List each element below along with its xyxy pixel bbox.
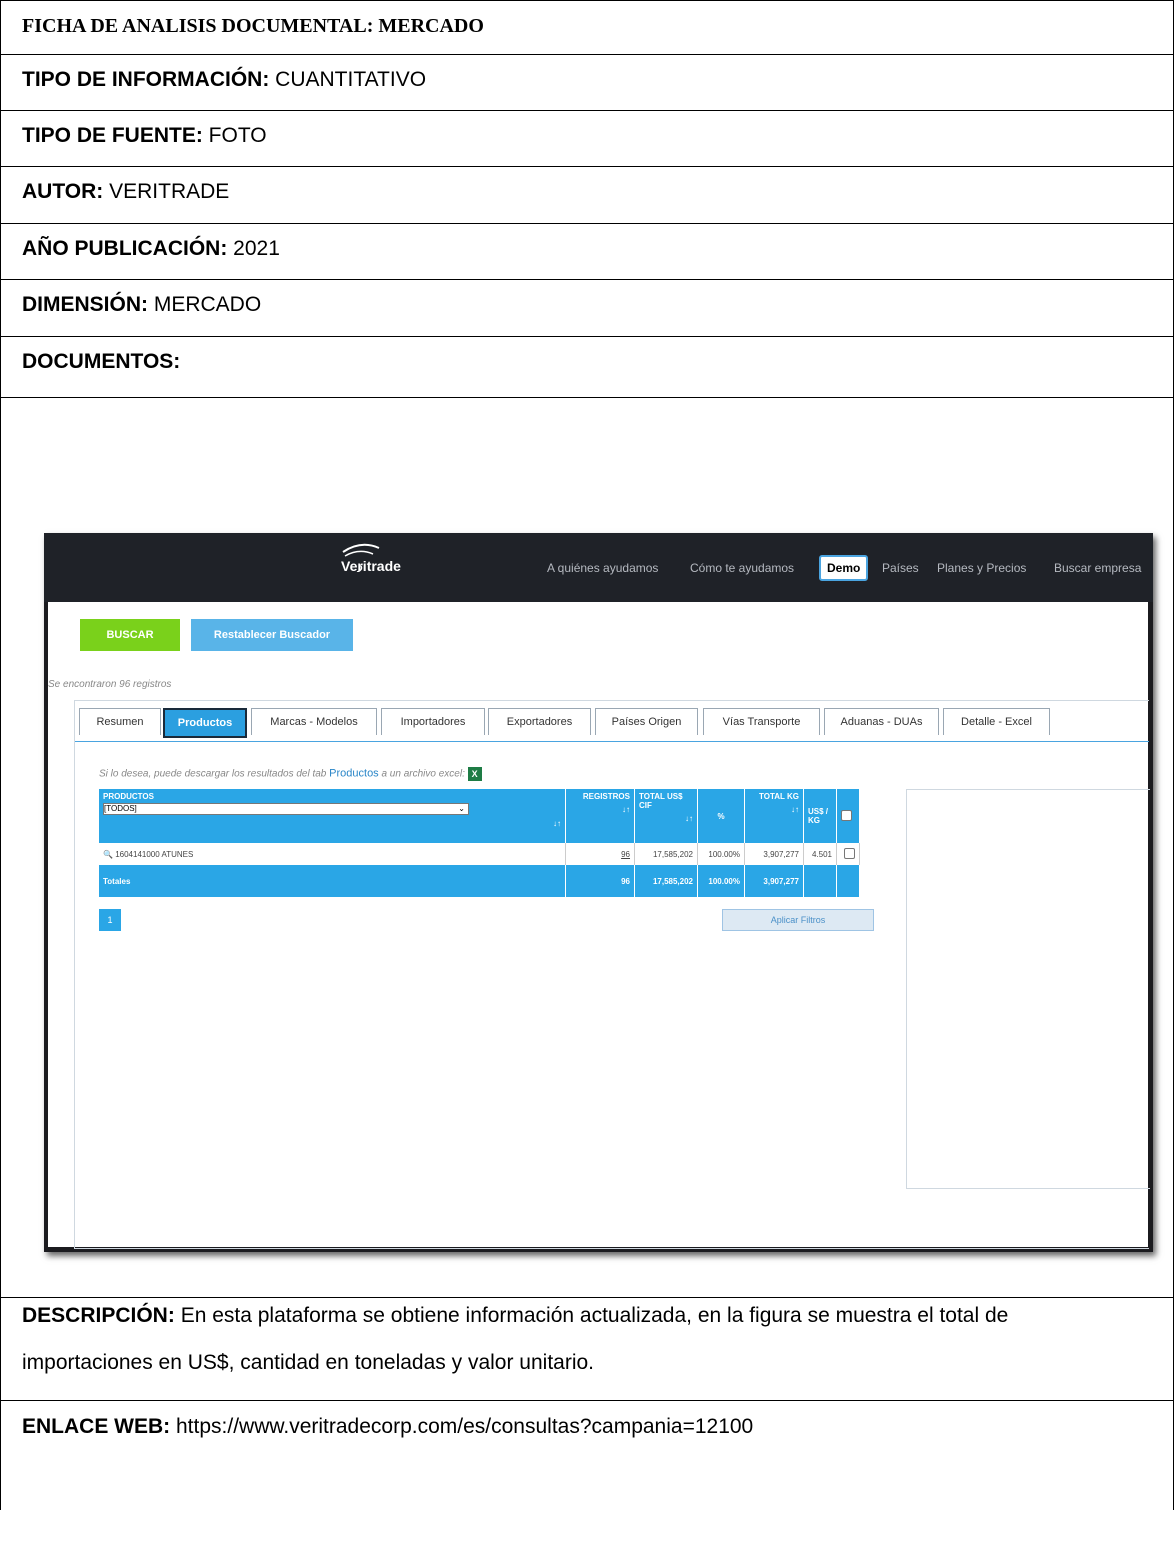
chevron-down-icon: ⌄ bbox=[458, 804, 465, 813]
anio-label: AÑO PUBLICACIÓN: bbox=[22, 237, 228, 260]
enlace-row: ENLACE WEB: https://www.veritradecorp.co… bbox=[1, 1400, 1173, 1510]
excel-icon[interactable]: X bbox=[467, 767, 482, 781]
results-tabs: Resumen Productos Marcas - Modelos Impor… bbox=[74, 700, 1150, 1249]
nav-planes-precios[interactable]: Planes y Precios bbox=[937, 561, 1026, 575]
tab-exportadores[interactable]: Exportadores bbox=[488, 708, 591, 735]
row-producto[interactable]: 🔍 1604141000 ATUNES bbox=[99, 843, 566, 865]
col-productos: PRODUCTOS [TODOS] ⌄ ↓↑ bbox=[99, 789, 566, 843]
tab-marcas-modelos[interactable]: Marcas - Modelos bbox=[251, 708, 377, 735]
descripcion-line1: En esta plataforma se obtiene informació… bbox=[174, 1304, 1009, 1327]
tab-bar: Resumen Productos Marcas - Modelos Impor… bbox=[75, 701, 1149, 742]
documentos-label: DOCUMENTOS: bbox=[22, 350, 181, 373]
dimension-value: MERCADO bbox=[148, 293, 262, 316]
select-all-checkbox[interactable] bbox=[841, 809, 852, 821]
descripcion-line2: importaciones en US$, cantidad en tonela… bbox=[22, 1351, 595, 1374]
sort-icon[interactable]: ↓↑ bbox=[570, 805, 630, 814]
tipo-fuente-value: FOTO bbox=[202, 124, 267, 147]
tab-paises-origen[interactable]: Países Origen bbox=[595, 708, 698, 735]
col-productos-label: PRODUCTOS bbox=[103, 792, 154, 801]
dimension-label: DIMENSIÓN: bbox=[22, 293, 148, 316]
chart-side-panel bbox=[906, 789, 1150, 1189]
enlace-value[interactable]: https://www.veritradecorp.com/es/consult… bbox=[170, 1415, 753, 1438]
results-count: Se encontraron 96 registros bbox=[48, 679, 172, 690]
veritrade-screenshot: Veritrade A quiénes ayudamos Cómo te ayu… bbox=[44, 533, 1153, 1252]
totals-registros: 96 bbox=[565, 865, 635, 897]
hint-text-end: a un archivo excel: bbox=[378, 768, 465, 780]
totals-select bbox=[836, 865, 860, 897]
form-title-row: FICHA DE ANALISIS DOCUMENTAL: MERCADO bbox=[1, 0, 1173, 54]
tab-resumen[interactable]: Resumen bbox=[79, 708, 161, 735]
nav-buscar-empresa[interactable]: Buscar empresa bbox=[1054, 561, 1141, 575]
nav-paises[interactable]: Países bbox=[882, 561, 919, 575]
sort-icon[interactable]: ↓↑ bbox=[103, 819, 561, 828]
hint-text: Si lo desea, puede descargar los resulta… bbox=[99, 768, 330, 780]
totals-label: Totales bbox=[99, 865, 566, 897]
totals-row: Totales 96 17,585,202 100.00% 3,907,277 bbox=[99, 865, 860, 897]
autor-value: VERITRADE bbox=[103, 180, 230, 203]
restablecer-button[interactable]: Restablecer Buscador bbox=[191, 619, 353, 651]
table-header: PRODUCTOS [TODOS] ⌄ ↓↑ REGISTROS ↓↑ TOTAL … bbox=[99, 789, 860, 843]
totals-kg: 3,907,277 bbox=[744, 865, 804, 897]
row-kg: 3,907,277 bbox=[744, 843, 804, 865]
totals-cif: 17,585,202 bbox=[634, 865, 698, 897]
nav-demo-button[interactable]: Demo bbox=[819, 555, 869, 581]
tipo-fuente-row: TIPO DE FUENTE: FOTO bbox=[1, 110, 1173, 166]
row-cif: 17,585,202 bbox=[634, 843, 698, 865]
row-select bbox=[836, 843, 860, 865]
row-usd-kg: 4.501 bbox=[803, 843, 837, 865]
tab-productos[interactable]: Productos bbox=[163, 708, 247, 738]
buscar-button[interactable]: BUSCAR bbox=[80, 619, 180, 651]
totals-pct: 100.00% bbox=[697, 865, 745, 897]
tab-detalle-excel[interactable]: Detalle - Excel bbox=[943, 708, 1050, 735]
tab-aduanas-duas[interactable]: Aduanas - DUAs bbox=[824, 708, 939, 735]
col-usd-kg: US$ / KG bbox=[803, 789, 837, 843]
row-registros[interactable]: 96 bbox=[565, 843, 635, 865]
sort-icon[interactable]: ↓↑ bbox=[749, 805, 799, 814]
row-producto-label: 1604141000 ATUNES bbox=[115, 849, 194, 859]
page-1-button[interactable]: 1 bbox=[99, 909, 121, 931]
col-registros-label: REGISTROS bbox=[582, 792, 630, 801]
logo-text: Veritrade bbox=[341, 558, 401, 574]
productos-select[interactable]: [TODOS] ⌄ bbox=[103, 803, 469, 815]
descripcion-label: DESCRIPCIÓN: bbox=[22, 1304, 175, 1327]
row-pct: 100.00% bbox=[697, 843, 745, 865]
dimension-row: DIMENSIÓN: MERCADO bbox=[1, 279, 1173, 336]
documentos-row: DOCUMENTOS: bbox=[1, 336, 1173, 397]
search-content: BUSCAR Restablecer Buscador Se encontrar… bbox=[48, 602, 1150, 1249]
table-row: 🔍 1604141000 ATUNES 96 17,585,202 100.00… bbox=[99, 843, 860, 865]
col-select-all bbox=[836, 789, 860, 843]
col-total-cif-label: TOTAL US$ CIF bbox=[639, 792, 683, 810]
anio-value: 2021 bbox=[227, 237, 280, 260]
col-pct: % bbox=[697, 789, 745, 843]
search-icon[interactable]: 🔍 bbox=[103, 850, 113, 859]
form-title: FICHA DE ANALISIS DOCUMENTAL: MERCADO bbox=[22, 15, 484, 37]
col-total-kg-label: TOTAL KG bbox=[759, 792, 799, 801]
hint-productos-link[interactable]: Productos bbox=[329, 768, 379, 780]
aplicar-filtros-button[interactable]: Aplicar Filtros bbox=[722, 909, 874, 931]
tab-importadores[interactable]: Importadores bbox=[381, 708, 485, 735]
autor-row: AUTOR: VERITRADE bbox=[1, 166, 1173, 223]
descripcion-row: DESCRIPCIÓN: En esta plataforma se obtie… bbox=[1, 1297, 1173, 1400]
autor-label: AUTOR: bbox=[22, 180, 104, 203]
download-hint: Si lo desea, puede descargar los resulta… bbox=[99, 767, 482, 781]
col-total-kg: TOTAL KG ↓↑ bbox=[744, 789, 804, 843]
sort-icon[interactable]: ↓↑ bbox=[639, 814, 693, 823]
row-checkbox[interactable] bbox=[844, 847, 855, 859]
anio-row: AÑO PUBLICACIÓN: 2021 bbox=[1, 223, 1173, 279]
col-total-cif: TOTAL US$ CIF ↓↑ bbox=[634, 789, 698, 843]
navbar: Veritrade A quiénes ayudamos Cómo te ayu… bbox=[44, 533, 1153, 602]
productos-table: PRODUCTOS [TODOS] ⌄ ↓↑ REGISTROS ↓↑ TOTAL … bbox=[99, 789, 860, 897]
totals-usd-kg bbox=[803, 865, 837, 897]
tipo-fuente-label: TIPO DE FUENTE: bbox=[22, 124, 203, 147]
tipo-info-row: TIPO DE INFORMACIÓN: CUANTITATIVO bbox=[1, 54, 1173, 110]
tipo-info-label: TIPO DE INFORMACIÓN: bbox=[22, 68, 270, 91]
tipo-info-value: CUANTITATIVO bbox=[269, 68, 427, 91]
nav-como-ayudamos[interactable]: Cómo te ayudamos bbox=[690, 561, 794, 575]
col-registros: REGISTROS ↓↑ bbox=[565, 789, 635, 843]
tab-vias-transporte[interactable]: Vías Transporte bbox=[703, 708, 820, 735]
veritrade-logo[interactable]: Veritrade bbox=[339, 543, 401, 574]
enlace-label: ENLACE WEB: bbox=[22, 1415, 171, 1438]
nav-a-quienes[interactable]: A quiénes ayudamos bbox=[547, 561, 658, 575]
productos-select-value: [TODOS] bbox=[104, 804, 137, 813]
